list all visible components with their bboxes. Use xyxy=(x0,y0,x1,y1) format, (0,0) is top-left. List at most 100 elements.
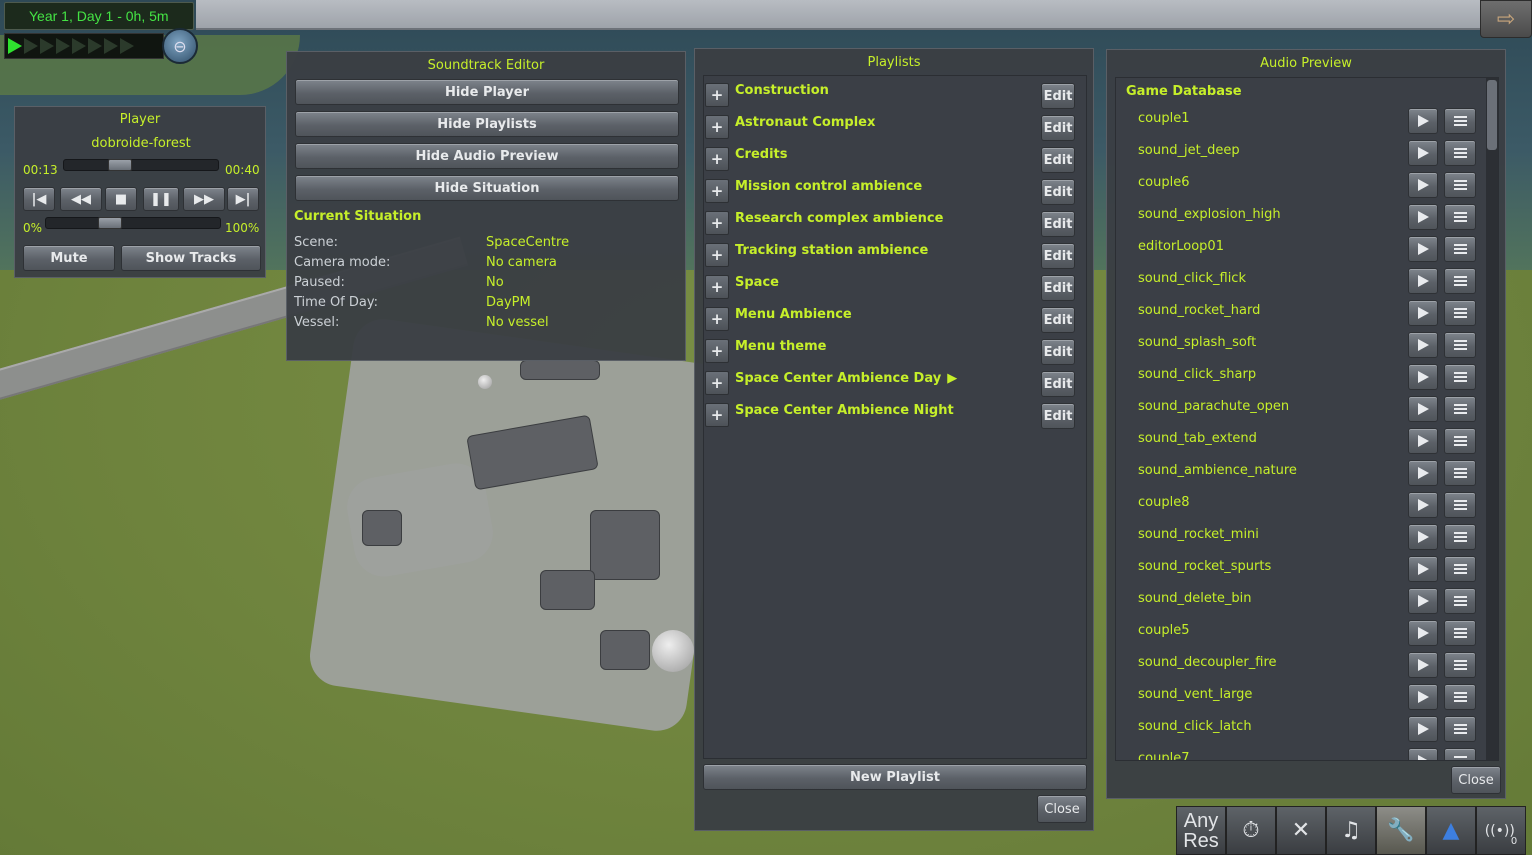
clip-options-button[interactable] xyxy=(1444,428,1476,454)
clip-options-button[interactable] xyxy=(1444,620,1476,646)
hide-player-button[interactable]: Hide Player xyxy=(295,79,679,105)
time-warp-indicator[interactable] xyxy=(4,33,164,59)
clip-options-button[interactable] xyxy=(1444,524,1476,550)
clip-options-button[interactable] xyxy=(1444,588,1476,614)
clip-options-button[interactable] xyxy=(1444,172,1476,198)
expand-playlist-button[interactable]: + xyxy=(705,307,729,331)
hide-audio-preview-button[interactable]: Hide Audio Preview xyxy=(295,143,679,169)
rewind-button[interactable]: ◀◀ xyxy=(60,187,102,211)
edit-playlist-button[interactable]: Edit xyxy=(1041,179,1075,205)
time-warp-arrow-icon[interactable] xyxy=(120,38,134,54)
time-warp-arrow-icon[interactable] xyxy=(88,38,102,54)
play-clip-button[interactable] xyxy=(1408,236,1438,262)
expand-playlist-button[interactable]: + xyxy=(705,403,729,427)
time-warp-arrow-icon[interactable] xyxy=(56,38,70,54)
play-clip-button[interactable] xyxy=(1408,556,1438,582)
clip-options-button[interactable] xyxy=(1444,492,1476,518)
expand-playlist-button[interactable]: + xyxy=(705,275,729,299)
expand-playlist-button[interactable]: + xyxy=(705,339,729,363)
clip-options-button[interactable] xyxy=(1444,268,1476,294)
clip-options-button[interactable] xyxy=(1444,204,1476,230)
antenna-button[interactable]: ((•)) 0 xyxy=(1476,806,1526,855)
satellite-button[interactable]: ✕ xyxy=(1276,806,1326,855)
new-playlist-button[interactable]: New Playlist xyxy=(703,764,1087,790)
expand-playlist-button[interactable]: + xyxy=(705,371,729,395)
play-clip-button[interactable] xyxy=(1408,108,1438,134)
edit-playlist-button[interactable]: Edit xyxy=(1041,403,1075,429)
play-clip-button[interactable] xyxy=(1408,524,1438,550)
play-clip-button[interactable] xyxy=(1408,140,1438,166)
clip-options-button[interactable] xyxy=(1444,460,1476,486)
edit-playlist-button[interactable]: Edit xyxy=(1041,115,1075,141)
time-warp-arrow-icon[interactable] xyxy=(40,38,54,54)
expand-playlist-button[interactable]: + xyxy=(705,115,729,139)
exit-icon[interactable]: ⇨ xyxy=(1480,0,1532,38)
time-warp-arrow-icon[interactable] xyxy=(8,38,22,54)
stop-button[interactable]: ■ xyxy=(105,187,137,211)
volume-slider[interactable] xyxy=(45,217,221,229)
volume-thumb[interactable] xyxy=(98,217,122,229)
playlists-close-button[interactable]: Close xyxy=(1037,795,1087,823)
last-track-button[interactable]: ▶| xyxy=(227,187,259,211)
play-clip-button[interactable] xyxy=(1408,460,1438,486)
play-clip-button[interactable] xyxy=(1408,684,1438,710)
play-clip-button[interactable] xyxy=(1408,652,1438,678)
warp-knob-icon[interactable]: ⊖ xyxy=(162,28,198,64)
edit-playlist-button[interactable]: Edit xyxy=(1041,211,1075,237)
speaker-music-button[interactable]: ♫ xyxy=(1326,806,1376,855)
play-clip-button[interactable] xyxy=(1408,396,1438,422)
expand-playlist-button[interactable]: + xyxy=(705,83,729,107)
clip-options-button[interactable] xyxy=(1444,684,1476,710)
play-clip-button[interactable] xyxy=(1408,748,1438,760)
anyres-button[interactable]: Any Res xyxy=(1176,806,1226,855)
playback-slider[interactable] xyxy=(63,159,219,171)
play-clip-button[interactable] xyxy=(1408,204,1438,230)
clip-options-button[interactable] xyxy=(1444,716,1476,742)
expand-playlist-button[interactable]: + xyxy=(705,147,729,171)
stopwatch-button[interactable]: ⏱ xyxy=(1226,806,1276,855)
edit-playlist-button[interactable]: Edit xyxy=(1041,275,1075,301)
clip-options-button[interactable] xyxy=(1444,236,1476,262)
expand-playlist-button[interactable]: + xyxy=(705,211,729,235)
expand-playlist-button[interactable]: + xyxy=(705,179,729,203)
audio-preview-close-button[interactable]: Close xyxy=(1451,766,1501,794)
hide-playlists-button[interactable]: Hide Playlists xyxy=(295,111,679,137)
play-clip-button[interactable] xyxy=(1408,364,1438,390)
clip-options-button[interactable] xyxy=(1444,364,1476,390)
play-clip-button[interactable] xyxy=(1408,716,1438,742)
edit-playlist-button[interactable]: Edit xyxy=(1041,339,1075,365)
clip-options-button[interactable] xyxy=(1444,556,1476,582)
clip-options-button[interactable] xyxy=(1444,652,1476,678)
time-warp-arrow-icon[interactable] xyxy=(24,38,38,54)
clip-options-button[interactable] xyxy=(1444,108,1476,134)
kerbal-engineer-button[interactable]: ▲ xyxy=(1426,806,1476,855)
mute-button[interactable]: Mute xyxy=(23,245,115,271)
clip-options-button[interactable] xyxy=(1444,140,1476,166)
edit-playlist-button[interactable]: Edit xyxy=(1041,307,1075,333)
play-clip-button[interactable] xyxy=(1408,620,1438,646)
audio-list-scrollbar[interactable] xyxy=(1486,78,1498,760)
edit-playlist-button[interactable]: Edit xyxy=(1041,147,1075,173)
hide-situation-button[interactable]: Hide Situation xyxy=(295,175,679,201)
play-clip-button[interactable] xyxy=(1408,172,1438,198)
first-track-button[interactable]: |◀ xyxy=(23,187,55,211)
edit-playlist-button[interactable]: Edit xyxy=(1041,83,1075,109)
pause-button[interactable]: ❚❚ xyxy=(143,187,179,211)
clip-options-button[interactable] xyxy=(1444,396,1476,422)
expand-playlist-button[interactable]: + xyxy=(705,243,729,267)
time-warp-arrow-icon[interactable] xyxy=(72,38,86,54)
clip-options-button[interactable] xyxy=(1444,300,1476,326)
clip-options-button[interactable] xyxy=(1444,748,1476,760)
clip-options-button[interactable] xyxy=(1444,332,1476,358)
play-clip-button[interactable] xyxy=(1408,588,1438,614)
play-clip-button[interactable] xyxy=(1408,492,1438,518)
edit-playlist-button[interactable]: Edit xyxy=(1041,243,1075,269)
play-clip-button[interactable] xyxy=(1408,300,1438,326)
play-clip-button[interactable] xyxy=(1408,332,1438,358)
time-warp-arrow-icon[interactable] xyxy=(104,38,118,54)
playback-thumb[interactable] xyxy=(108,159,132,171)
edit-playlist-button[interactable]: Edit xyxy=(1041,371,1075,397)
forward-button[interactable]: ▶▶ xyxy=(183,187,225,211)
wrench-button[interactable]: 🔧 xyxy=(1376,806,1426,855)
play-clip-button[interactable] xyxy=(1408,268,1438,294)
